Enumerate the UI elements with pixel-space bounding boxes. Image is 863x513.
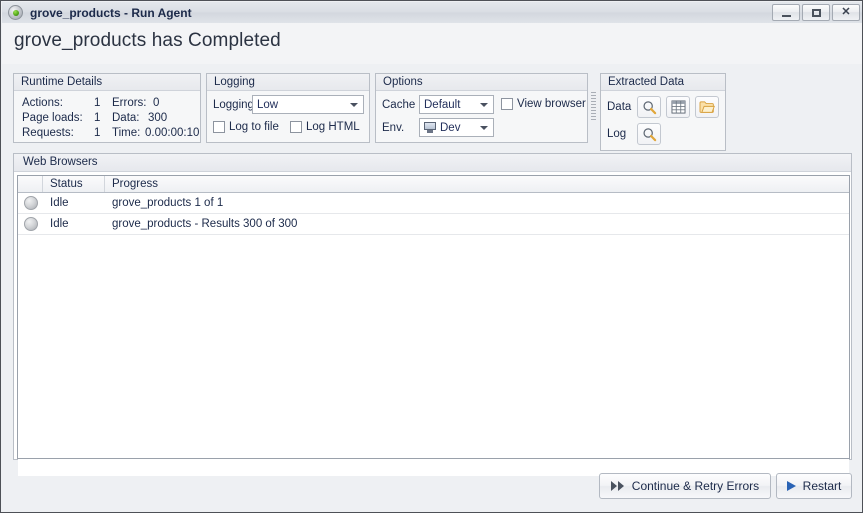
view-browser-box [501,98,513,110]
log-to-file-box [213,121,225,133]
grid-header-row: Status Progress [18,175,849,193]
idle-dot-icon [23,196,38,210]
env-label: Env. [382,122,405,134]
magnifier-glyph [642,100,656,114]
app-orb-icon [8,5,23,20]
errors-label: Errors: [112,97,147,109]
maximize-button[interactable] [802,4,830,21]
web-browsers-grid: Status Progress Idle grove_products 1 of… [17,175,850,476]
extracted-data-label: Data [607,101,632,113]
magnifier-glyph [642,127,656,141]
row-status-cell: Idle [50,197,69,209]
restart-label: Restart [802,479,842,493]
runtime-details-panel: Runtime Details Actions: 1 Errors: 0 Pag… [13,73,201,143]
chevron-down-icon [480,102,488,107]
row-indicator-cell [18,214,43,234]
log-html-checkbox[interactable]: Log HTML [290,121,360,133]
runtime-details-body: Actions: 1 Errors: 0 Page loads: 1 Data:… [14,91,200,142]
minimize-icon [781,14,791,17]
logging-body: Logging Low Log to file Log HTML [207,91,369,142]
errors-value: 0 [153,97,160,109]
window-titlebar: grove_products - Run Agent ✕ [2,2,862,24]
data-value: 300 [148,112,168,124]
data-grid-icon[interactable] [666,96,690,118]
view-browser-checkbox[interactable]: View browser [501,98,586,110]
options-body: Cache Default View browser Env. Dev [376,91,587,142]
minimize-button[interactable] [772,4,800,21]
requests-value: 1 [94,127,101,139]
view-log-magnifier-icon[interactable] [637,123,661,145]
row-progress-cell: grove_products - Results 300 of 300 [112,218,298,230]
maximize-icon [811,8,821,17]
time-value: 0.00:00:10 [145,127,200,139]
row-status-cell: Idle [50,218,69,230]
extracted-log-label: Log [607,128,627,140]
cache-value: Default [424,98,461,111]
log-to-file-label: Log to file [229,121,279,133]
runtime-details-title: Runtime Details [14,74,200,91]
log-to-file-checkbox[interactable]: Log to file [213,121,279,133]
grid-empty-area [18,235,849,476]
page-loads-label: Page loads: [22,112,83,124]
env-value: Dev [440,121,461,134]
log-html-label: Log HTML [306,121,360,133]
chevron-down-icon [350,102,358,107]
close-icon: ✕ [841,6,851,18]
idle-dot-icon [23,217,38,231]
column-header-status[interactable]: Status [43,176,105,192]
cache-combo[interactable]: Default [419,95,494,114]
env-combo[interactable]: Dev [419,118,494,137]
requests-label: Requests: [22,127,74,139]
data-label: Data: [112,112,140,124]
actions-value: 1 [94,97,101,109]
window-controls: ✕ [772,4,860,21]
row-progress-cell: grove_products 1 of 1 [112,197,224,209]
content-area: Runtime Details Actions: 1 Errors: 0 Pag… [2,64,862,512]
view-data-magnifier-icon[interactable] [637,96,661,118]
logging-level-value: Low [257,98,279,111]
folder-glyph [699,101,715,113]
page-title: grove_products has Completed [14,30,281,51]
logging-title: Logging [207,74,369,91]
cache-label: Cache [382,99,416,111]
view-browser-label: View browser [517,98,586,110]
table-row[interactable]: Idle grove_products - Results 300 of 300 [18,214,849,235]
extracted-data-title: Extracted Data [601,74,725,91]
options-panel: Options Cache Default View browser Env. … [375,73,588,143]
continue-retry-errors-button[interactable]: Continue & Retry Errors [599,473,771,499]
column-header-indicator[interactable] [18,176,43,192]
continue-retry-errors-label: Continue & Retry Errors [631,479,760,493]
open-folder-icon[interactable] [695,96,719,118]
web-browsers-title: Web Browsers [14,154,851,172]
options-title: Options [376,74,587,91]
panel-splitter-grip[interactable] [591,92,596,124]
extracted-data-panel: Extracted Data Data Log [600,73,726,151]
time-label: Time: [112,127,141,139]
page-loads-value: 1 [94,112,101,124]
close-button[interactable]: ✕ [832,4,860,21]
status-heading-band: grove_products has Completed [2,23,862,65]
restart-button[interactable]: Restart [776,473,852,499]
web-browsers-panel: Web Browsers Status Progress Idle grove_… [13,153,852,476]
run-agent-window: grove_products - Run Agent ✕ grove_produ… [0,0,863,513]
log-html-box [290,121,302,133]
logging-level-label: Logging [213,99,254,111]
window-title: grove_products - Run Agent [30,5,192,20]
grid-bottom-border [17,458,850,459]
column-header-progress[interactable]: Progress [105,176,849,192]
grid-glyph [671,100,685,114]
table-row[interactable]: Idle grove_products 1 of 1 [18,193,849,214]
row-indicator-cell [18,193,43,213]
extracted-data-body: Data Log [601,91,725,150]
play-icon [786,480,796,492]
actions-label: Actions: [22,97,63,109]
chevron-down-icon [480,125,488,130]
logging-panel: Logging Logging Low Log to file Log HTML [206,73,370,143]
fast-forward-icon [610,480,625,492]
monitor-icon [424,122,436,133]
logging-level-combo[interactable]: Low [252,95,364,114]
